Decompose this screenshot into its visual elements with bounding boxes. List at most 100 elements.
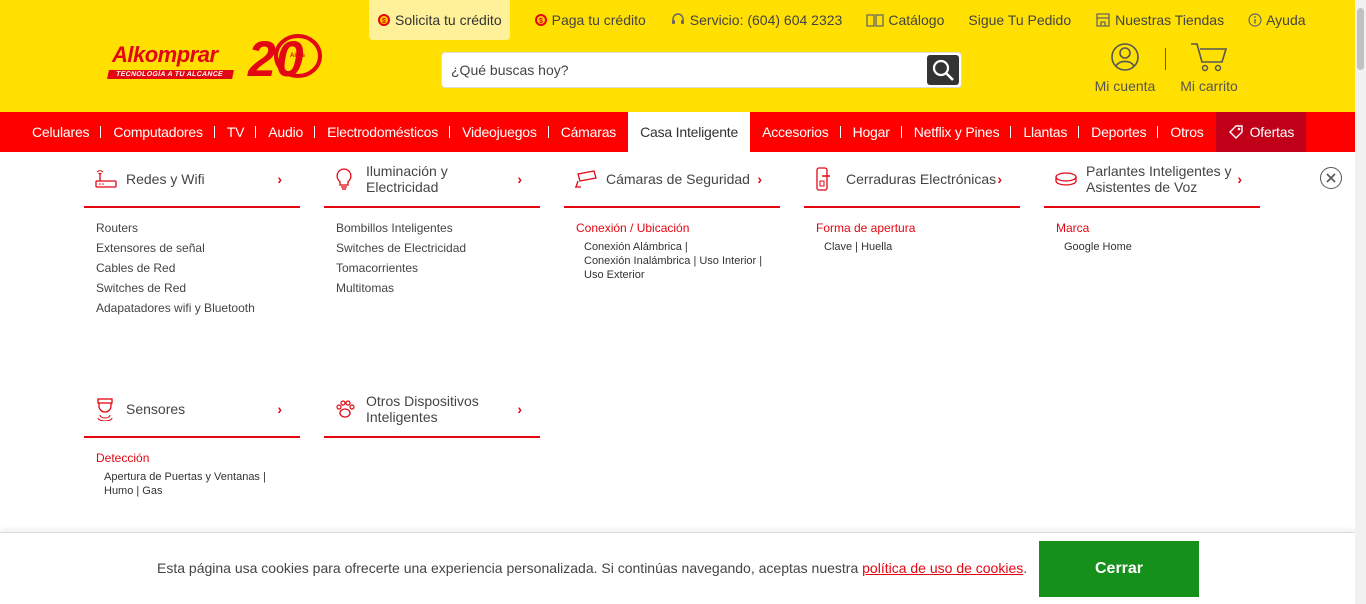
menu-column-redes: Redes y Wifi › Routers Extensores de señ… xyxy=(84,152,300,318)
category-deportes[interactable]: Deportes xyxy=(1079,112,1159,152)
menu-link-routers[interactable]: Routers xyxy=(96,218,300,238)
category-hogar[interactable]: Hogar xyxy=(841,112,902,152)
menu-link-humo-gas[interactable]: Humo | Gas xyxy=(104,484,300,498)
menu-column-sensores: Sensores › Detección Apertura de Puertas… xyxy=(84,382,300,498)
menu-heading-sensores[interactable]: Sensores › xyxy=(84,382,300,438)
menu-subheading-deteccion: Detección xyxy=(96,451,150,465)
menu-heading-label: Cámaras de Seguridad xyxy=(606,171,750,187)
scrollbar-thumb[interactable] xyxy=(1357,8,1364,70)
category-celulares[interactable]: Celulares xyxy=(20,112,102,152)
search-input[interactable] xyxy=(442,53,926,87)
account-label: Mi cuenta xyxy=(1094,78,1156,94)
category-camaras[interactable]: Cámaras xyxy=(549,112,628,152)
menu-link-adaptadores[interactable]: Adapatadores wifi y Bluetooth xyxy=(96,298,300,318)
page-scrollbar[interactable] xyxy=(1355,0,1366,604)
logo-tagline: TECNOLOGÍA A TU ALCANCE xyxy=(107,70,234,79)
stores-link[interactable]: Nuestras Tiendas xyxy=(1083,0,1236,40)
menu-heading-camaras[interactable]: Cámaras de Seguridad › xyxy=(564,152,780,208)
menu-link-bombillos[interactable]: Bombillos Inteligentes xyxy=(336,218,540,238)
paw-icon xyxy=(336,400,355,418)
chevron-right-icon: › xyxy=(277,401,282,417)
svg-text:$: $ xyxy=(539,18,543,25)
category-netflix-pines[interactable]: Netflix y Pines xyxy=(902,112,1012,152)
user-icon xyxy=(1111,43,1139,71)
top-nav: $ Solicita tu crédito $ Paga tu crédito … xyxy=(369,0,1318,40)
category-ofertas[interactable]: Ofertas xyxy=(1215,112,1307,152)
chevron-right-icon: › xyxy=(997,171,1002,187)
chevron-right-icon: › xyxy=(517,401,522,417)
chevron-right-icon: › xyxy=(757,171,762,187)
smoke-sensor-icon xyxy=(97,398,113,421)
cookie-message-text: Esta página usa cookies para ofrecerte u… xyxy=(157,560,863,576)
category-videojuegos[interactable]: Videojuegos xyxy=(450,112,549,152)
close-icon xyxy=(1326,173,1336,183)
menu-heading-label: Cerraduras Electrónicas xyxy=(846,171,997,187)
cookie-close-button[interactable]: Cerrar xyxy=(1039,541,1199,597)
category-electrodomesticos[interactable]: Electrodomésticos xyxy=(315,112,451,152)
door-lock-icon xyxy=(816,167,830,191)
pay-credit-link[interactable]: $ Paga tu crédito xyxy=(522,0,658,40)
store-icon xyxy=(1096,13,1110,27)
security-camera-icon xyxy=(575,170,597,188)
category-accesorios[interactable]: Accesorios xyxy=(750,112,842,152)
catalog-link[interactable]: Catálogo xyxy=(854,0,956,40)
menu-link-apertura-puertas[interactable]: Apertura de Puertas y Ventanas | xyxy=(104,470,300,484)
menu-heading-parlantes[interactable]: Parlantes Inteligentes y Asistentes de V… xyxy=(1044,152,1260,208)
cookie-policy-link[interactable]: política de uso de cookies xyxy=(862,560,1023,576)
menu-links-cerraduras: Forma de apertura Clave | Huella xyxy=(804,208,1020,254)
chevron-right-icon: › xyxy=(277,171,282,187)
menu-link-uso-exterior[interactable]: Uso Exterior xyxy=(584,268,780,282)
cookie-banner: Esta página usa cookies para ofrecerte u… xyxy=(0,532,1355,604)
menu-heading-label: Otros Dispositivos Inteligentes xyxy=(366,393,479,425)
menu-link-conexion-alambrica[interactable]: Conexión Alámbrica | xyxy=(584,240,780,254)
menu-heading-cerraduras[interactable]: Cerraduras Electrónicas › xyxy=(804,152,1020,208)
menu-link-clave-huella[interactable]: Clave | Huella xyxy=(824,240,1020,254)
header-divider xyxy=(1165,48,1166,70)
menu-heading-redes[interactable]: Redes y Wifi › xyxy=(84,152,300,208)
category-otros[interactable]: Otros xyxy=(1158,112,1215,152)
menu-column-parlantes: Parlantes Inteligentes y Asistentes de V… xyxy=(1044,152,1260,254)
credit-request-label: Solicita tu crédito xyxy=(395,12,502,28)
help-link[interactable]: Ayuda xyxy=(1236,0,1317,40)
lightbulb-icon xyxy=(336,168,352,190)
menu-subheading-conexion: Conexión / Ubicación xyxy=(576,221,690,235)
menu-links-camaras: Conexión / Ubicación Conexión Alámbrica … xyxy=(564,208,780,282)
chevron-right-icon: › xyxy=(517,171,522,187)
credit-request-link[interactable]: $ Solicita tu crédito xyxy=(369,0,510,40)
menu-column-camaras: Cámaras de Seguridad › Conexión / Ubicac… xyxy=(564,152,780,282)
svg-text:$: $ xyxy=(382,18,386,25)
cart-link[interactable]: Mi carrito xyxy=(1175,42,1243,94)
book-icon xyxy=(866,14,884,27)
chevron-right-icon: › xyxy=(1237,171,1242,187)
menu-links-parlantes: Marca Google Home xyxy=(1044,208,1260,254)
category-tv[interactable]: TV xyxy=(215,112,257,152)
menu-detail-links: Google Home xyxy=(1056,240,1260,254)
close-menu-button[interactable] xyxy=(1320,167,1342,189)
service-phone-link[interactable]: Servicio: (604) 604 2323 xyxy=(658,0,855,40)
menu-links-redes: Routers Extensores de señal Cables de Re… xyxy=(84,208,300,318)
menu-heading-label: Iluminación y Electricidad xyxy=(366,163,448,195)
category-casa-inteligente[interactable]: Casa Inteligente xyxy=(628,112,751,152)
menu-link-google-home[interactable]: Google Home xyxy=(1064,240,1260,254)
menu-detail-links: Clave | Huella xyxy=(816,240,1020,254)
track-order-link[interactable]: Sigue Tu Pedido xyxy=(956,0,1083,40)
account-link[interactable]: Mi cuenta xyxy=(1090,42,1160,94)
search-button[interactable] xyxy=(927,55,959,85)
menu-link-switches-red[interactable]: Switches de Red xyxy=(96,278,300,298)
category-computadores[interactable]: Computadores xyxy=(101,112,216,152)
menu-column-iluminacion: Iluminación y Electricidad › Bombillos I… xyxy=(324,152,540,298)
menu-link-tomacorrientes[interactable]: Tomacorrientes xyxy=(336,258,540,278)
menu-link-inalambrica-interior[interactable]: Conexión Inalámbrica | Uso Interior | xyxy=(584,254,780,268)
menu-link-extensores[interactable]: Extensores de señal xyxy=(96,238,300,258)
logo[interactable]: Alkomprar TECNOLOGÍA A TU ALCANCE 20 Año… xyxy=(106,26,322,86)
menu-column-otros: Otros Dispositivos Inteligentes › xyxy=(324,382,540,438)
menu-link-switches-electricidad[interactable]: Switches de Electricidad xyxy=(336,238,540,258)
service-phone-label: Servicio: (604) 604 2323 xyxy=(689,12,843,28)
category-audio[interactable]: Audio xyxy=(256,112,315,152)
menu-link-multitomas[interactable]: Multitomas xyxy=(336,278,540,298)
menu-link-cables[interactable]: Cables de Red xyxy=(96,258,300,278)
menu-heading-otros[interactable]: Otros Dispositivos Inteligentes › xyxy=(324,382,540,438)
category-llantas[interactable]: Llantas xyxy=(1011,112,1079,152)
menu-heading-iluminacion[interactable]: Iluminación y Electricidad › xyxy=(324,152,540,208)
pay-credit-label: Paga tu crédito xyxy=(551,12,646,28)
